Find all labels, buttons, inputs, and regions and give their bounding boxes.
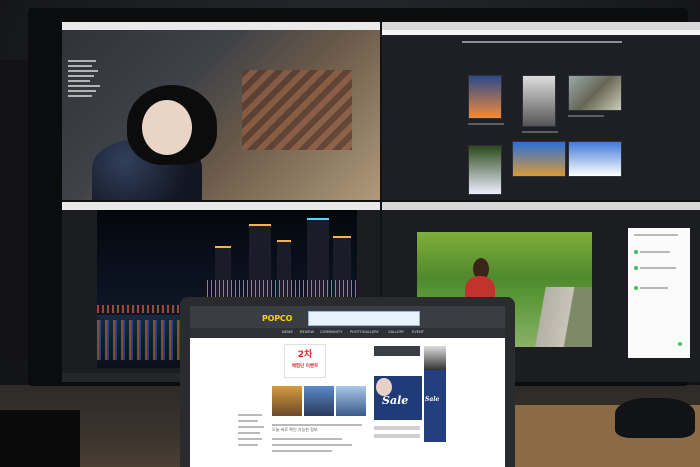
photo-thumb[interactable] [272, 386, 302, 416]
search-hint: 오늘 바로 확인 가능한 정보 [272, 427, 318, 432]
nav-review[interactable]: REVIEW [300, 330, 314, 334]
profile-photo [376, 378, 392, 396]
keyboard [0, 410, 80, 467]
status-dot [634, 286, 638, 290]
photo-thumb[interactable] [304, 386, 334, 416]
photo-thumb[interactable] [336, 386, 366, 416]
stairs-background [242, 70, 352, 150]
nav-community[interactable]: COMMUNITY [320, 330, 342, 334]
window-titlebar[interactable] [382, 202, 700, 210]
gallery-thumb[interactable] [468, 145, 502, 195]
site-logo[interactable]: POPCO [262, 314, 292, 323]
site-header: POPCO [190, 306, 505, 328]
laptop-screen: POPCO NEWS REVIEW COMMUNITY PHOTOGALLERY… [190, 306, 505, 467]
gallery-thumb[interactable] [568, 141, 622, 177]
status-dot [634, 266, 638, 270]
gallery-thumb[interactable] [522, 75, 556, 127]
site-nav [190, 328, 505, 338]
event-banner[interactable]: 2차 체험단 이벤트 [284, 344, 326, 378]
mouse [615, 398, 695, 438]
nav-gallery[interactable]: GALLERY [388, 330, 404, 334]
gallery-grid [382, 35, 700, 200]
gallery-thumb[interactable] [512, 141, 566, 177]
speaker [0, 60, 30, 360]
sale-side-label: Sale [425, 396, 440, 403]
subject-face [142, 100, 192, 155]
window-titlebar[interactable] [62, 22, 380, 30]
window-titlebar[interactable] [382, 22, 700, 30]
window-gallery[interactable] [382, 22, 700, 200]
nav-photogallery[interactable]: PHOTOGALLERY [350, 330, 379, 334]
status-dot [634, 250, 638, 254]
chat-sidebar [628, 228, 690, 358]
gallery-thumb[interactable] [568, 75, 622, 111]
nav-news[interactable]: NEWS [282, 330, 293, 334]
nav-event[interactable]: EVENT [412, 330, 424, 334]
window-titlebar[interactable] [62, 202, 380, 210]
portrait-photo [62, 30, 380, 200]
header-banner-ad[interactable] [308, 311, 420, 326]
gallery-thumb[interactable] [468, 75, 502, 119]
status-dot [678, 342, 682, 346]
event-number: 2차 [297, 350, 313, 360]
profile-photo [424, 346, 446, 370]
event-title: 체험단 이벤트 [291, 364, 319, 369]
window-portrait-viewer[interactable] [62, 22, 380, 200]
sale-label: Sale [382, 394, 409, 407]
